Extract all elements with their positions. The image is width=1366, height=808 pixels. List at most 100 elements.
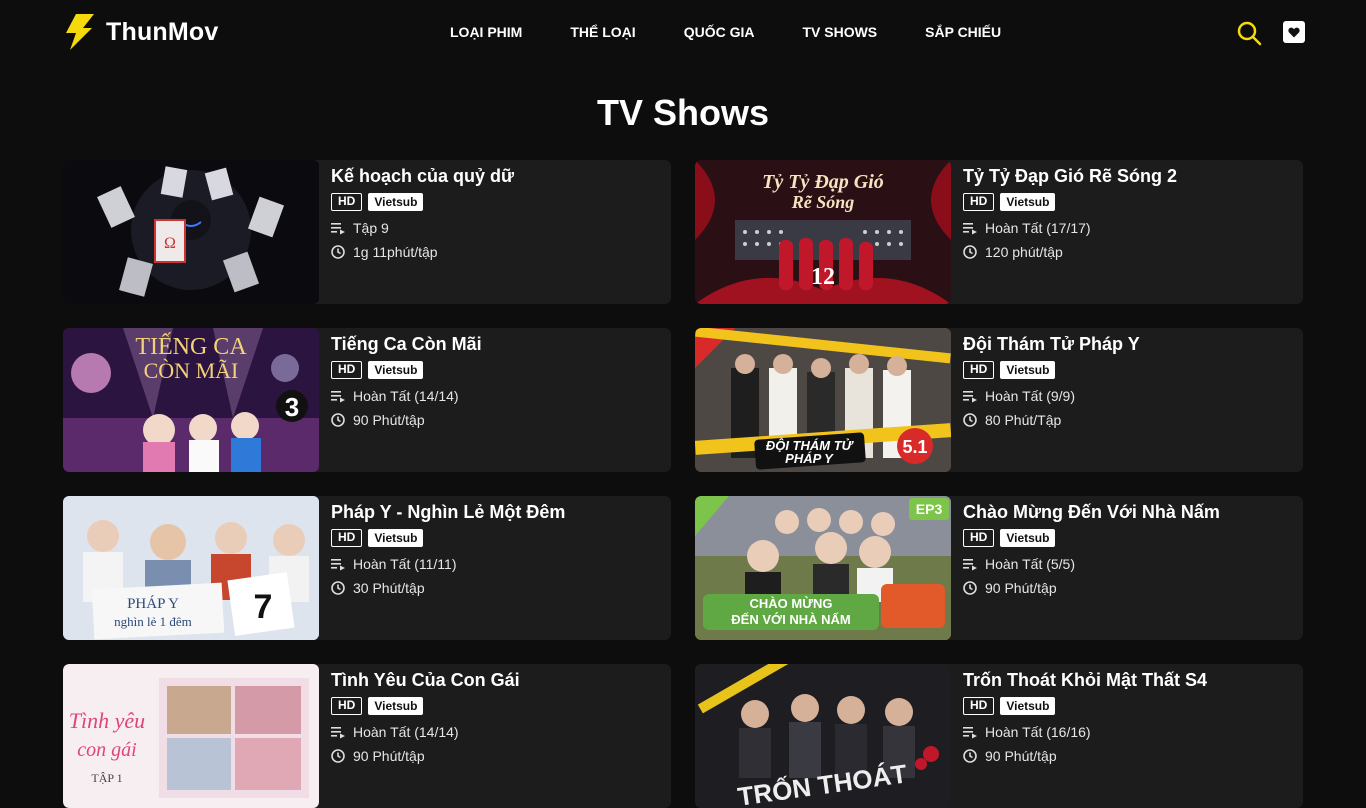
svg-text:3: 3 bbox=[285, 392, 299, 422]
show-title[interactable]: Trốn Thoát Khỏi Mật Thất S4 bbox=[963, 670, 1207, 690]
clock-icon bbox=[331, 749, 345, 763]
svg-text:con gái: con gái bbox=[77, 739, 136, 761]
favorites-button[interactable] bbox=[1283, 21, 1305, 43]
site-header: ThunMov Loại phim Thể loại Quốc gia TV S… bbox=[0, 0, 1366, 64]
language-badge: Vietsub bbox=[1000, 193, 1056, 211]
lightning-icon bbox=[66, 14, 94, 50]
episode-duration: 30 Phút/tập bbox=[353, 580, 425, 596]
nav-item-quoc-gia[interactable]: Quốc gia bbox=[660, 24, 779, 40]
svg-text:TẬP 1: TẬP 1 bbox=[91, 771, 122, 785]
clock-icon bbox=[963, 581, 977, 595]
search-icon[interactable] bbox=[1236, 20, 1262, 46]
show-card[interactable]: TRỐN THOÁT Trốn Thoát Khỏi Mật Thất S4 H… bbox=[695, 664, 1303, 808]
heart-icon bbox=[1288, 27, 1300, 37]
quality-badge: HD bbox=[963, 361, 995, 379]
language-badge: Vietsub bbox=[368, 361, 424, 379]
clock-icon bbox=[331, 413, 345, 427]
svg-text:Tình yêu: Tình yêu bbox=[69, 708, 145, 733]
episode-status: Hoàn Tất (17/17) bbox=[985, 220, 1091, 236]
show-card[interactable]: PHÁP Y nghìn lẻ 1 đêm 7 Pháp Y - Nghìn L… bbox=[63, 496, 671, 640]
show-title[interactable]: Tỷ Tỷ Đạp Gió Rẽ Sóng 2 bbox=[963, 166, 1177, 186]
clock-icon bbox=[963, 749, 977, 763]
main-nav: Loại phim Thể loại Quốc gia TV Shows Sắp… bbox=[426, 0, 1025, 64]
quality-badge: HD bbox=[331, 697, 363, 715]
playlist-icon bbox=[963, 223, 977, 235]
language-badge: Vietsub bbox=[368, 697, 424, 715]
quality-badge: HD bbox=[963, 697, 995, 715]
episode-duration: 90 Phút/tập bbox=[985, 580, 1057, 596]
svg-text:ĐẾN VỚI NHÀ NẤM: ĐẾN VỚI NHÀ NẤM bbox=[731, 612, 850, 627]
show-title[interactable]: Kế hoạch của quỷ dữ bbox=[331, 166, 514, 186]
show-thumbnail[interactable]: TRỐN THOÁT bbox=[695, 664, 951, 808]
language-badge: Vietsub bbox=[1000, 361, 1056, 379]
language-badge: Vietsub bbox=[1000, 529, 1056, 547]
episode-status: Hoàn Tất (11/11) bbox=[353, 556, 457, 572]
quality-badge: HD bbox=[331, 193, 363, 211]
svg-text:Tỷ Tỷ Đạp Gió: Tỷ Tỷ Đạp Gió bbox=[762, 171, 884, 193]
quality-badge: HD bbox=[331, 529, 363, 547]
show-thumbnail[interactable]: PHÁP Y nghìn lẻ 1 đêm 7 bbox=[63, 496, 319, 640]
show-card[interactable]: Tỷ Tỷ Đạp Gió Rẽ Sóng 12 Tỷ Tỷ Đạp Gió R… bbox=[695, 160, 1303, 304]
show-thumbnail[interactable]: Tỷ Tỷ Đạp Gió Rẽ Sóng 12 bbox=[695, 160, 951, 304]
episode-status: Hoàn Tất (5/5) bbox=[985, 556, 1076, 572]
site-logo[interactable]: ThunMov bbox=[64, 14, 218, 50]
svg-text:7: 7 bbox=[254, 588, 273, 626]
show-title[interactable]: Tiếng Ca Còn Mãi bbox=[331, 334, 482, 354]
episode-status: Hoàn Tất (9/9) bbox=[985, 388, 1076, 404]
show-thumbnail[interactable]: EP3 CHÀO MỪNG ĐẾN VỚI NHÀ NẤM bbox=[695, 496, 951, 640]
svg-text:EP3: EP3 bbox=[916, 501, 943, 517]
svg-text:Rẽ Sóng: Rẽ Sóng bbox=[791, 192, 855, 212]
episode-duration: 80 Phút/Tập bbox=[985, 412, 1062, 428]
show-card[interactable]: Ω Kế hoạch của quỷ dữ HD Vietsub Tập 9 1… bbox=[63, 160, 671, 304]
svg-text:CHÀO MỪNG: CHÀO MỪNG bbox=[749, 596, 832, 611]
episode-duration: 120 phút/tập bbox=[985, 244, 1063, 260]
language-badge: Vietsub bbox=[1000, 697, 1056, 715]
show-title[interactable]: Chào Mừng Đến Với Nhà Nấm bbox=[963, 502, 1220, 522]
playlist-icon bbox=[331, 727, 345, 739]
show-thumbnail[interactable]: ĐỘI THÁM TỬ PHÁP Y 5.1 bbox=[695, 328, 951, 472]
episode-duration: 1g 11phút/tập bbox=[353, 244, 438, 260]
episode-status: Hoàn Tất (14/14) bbox=[353, 388, 459, 404]
svg-text:TIẾNG CA: TIẾNG CA bbox=[135, 333, 247, 360]
nav-item-loai-phim[interactable]: Loại phim bbox=[426, 24, 546, 40]
show-card[interactable]: EP3 CHÀO MỪNG ĐẾN VỚI NHÀ NẤM Chào Mừng … bbox=[695, 496, 1303, 640]
show-card[interactable]: Tình yêu con gái TẬP 1 Tình Yêu Của Con … bbox=[63, 664, 671, 808]
nav-item-the-loai[interactable]: Thể loại bbox=[546, 24, 659, 40]
quality-badge: HD bbox=[963, 529, 995, 547]
quality-badge: HD bbox=[331, 361, 363, 379]
clock-icon bbox=[331, 581, 345, 595]
language-badge: Vietsub bbox=[368, 193, 424, 211]
show-title[interactable]: Đội Thám Tử Pháp Y bbox=[963, 334, 1140, 354]
playlist-icon bbox=[331, 391, 345, 403]
svg-text:nghìn lẻ 1 đêm: nghìn lẻ 1 đêm bbox=[114, 614, 192, 629]
svg-text:PHÁP Y: PHÁP Y bbox=[127, 595, 179, 612]
svg-text:5.1: 5.1 bbox=[902, 437, 927, 457]
episode-duration: 90 Phút/tập bbox=[353, 748, 425, 764]
episode-duration: 90 Phút/tập bbox=[985, 748, 1057, 764]
show-title[interactable]: Tình Yêu Của Con Gái bbox=[331, 670, 520, 690]
nav-item-tv-shows[interactable]: TV Shows bbox=[778, 24, 901, 40]
show-grid: Ω Kế hoạch của quỷ dữ HD Vietsub Tập 9 1… bbox=[63, 160, 1303, 808]
episode-status: Hoàn Tất (14/14) bbox=[353, 724, 459, 740]
show-card[interactable]: TIẾNG CA CÒN MÃI 3 Tiếng Ca Còn Mãi HD V… bbox=[63, 328, 671, 472]
svg-text:Ω: Ω bbox=[164, 235, 176, 252]
playlist-icon bbox=[331, 223, 345, 235]
show-title[interactable]: Pháp Y - Nghìn Lẻ Một Đêm bbox=[331, 502, 565, 522]
clock-icon bbox=[331, 245, 345, 259]
show-thumbnail[interactable]: Ω bbox=[63, 160, 319, 304]
nav-item-sap-chieu[interactable]: Sắp chiếu bbox=[901, 24, 1025, 40]
svg-text:12: 12 bbox=[811, 264, 835, 290]
playlist-icon bbox=[331, 559, 345, 571]
show-card[interactable]: ĐỘI THÁM TỬ PHÁP Y 5.1 Đội Thám Tử Pháp … bbox=[695, 328, 1303, 472]
language-badge: Vietsub bbox=[368, 529, 424, 547]
page-title: TV Shows bbox=[596, 92, 770, 133]
episode-status: Hoàn Tất (16/16) bbox=[985, 724, 1091, 740]
show-thumbnail[interactable]: Tình yêu con gái TẬP 1 bbox=[63, 664, 319, 808]
episode-status: Tập 9 bbox=[353, 220, 389, 236]
episode-duration: 90 Phút/tập bbox=[353, 412, 425, 428]
playlist-icon bbox=[963, 559, 977, 571]
brand-name: ThunMov bbox=[106, 17, 219, 46]
clock-icon bbox=[963, 413, 977, 427]
quality-badge: HD bbox=[963, 193, 995, 211]
show-thumbnail[interactable]: TIẾNG CA CÒN MÃI 3 bbox=[63, 328, 319, 472]
